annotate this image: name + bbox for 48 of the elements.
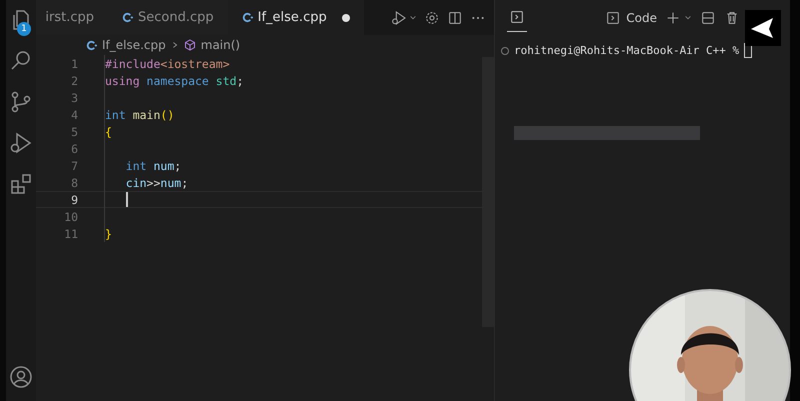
line-number: 2: [70, 74, 78, 88]
cpp-file-icon: [242, 12, 253, 23]
code-line: using namespace std;: [105, 74, 244, 88]
line-number: 1: [70, 56, 78, 70]
line-number: 6: [70, 142, 78, 156]
line-number: 3: [70, 90, 78, 104]
caret-icon[interactable]: [684, 14, 692, 22]
split-panel-icon[interactable]: [700, 10, 716, 26]
code-line: cin>>num;: [124, 176, 188, 190]
code-line: }: [105, 226, 112, 240]
code-line: int num;: [124, 158, 182, 172]
breadcrumb-file[interactable]: If_else.cpp: [102, 38, 166, 52]
line-number: 10: [63, 210, 78, 224]
prompt-circle-icon: [501, 46, 509, 54]
logo-icon: [745, 10, 781, 46]
text-cursor: [126, 192, 128, 207]
breadcrumb-symbol[interactable]: main(): [200, 38, 240, 52]
caret-icon[interactable]: [409, 14, 417, 22]
terminal-icon: [605, 10, 622, 26]
split-editor-icon[interactable]: [447, 10, 463, 26]
terminal-prompt: rohitnegi@Rohits-MacBook-Air C++ %: [514, 44, 740, 57]
line-number: 11: [63, 226, 78, 240]
plus-icon[interactable]: [665, 10, 681, 26]
line-number: 4: [70, 108, 78, 122]
cpp-file-icon: [122, 12, 133, 23]
terminal-profile[interactable]: Code: [605, 10, 657, 26]
editor-tab[interactable]: irst.cpp: [36, 0, 108, 35]
code-line: {: [105, 124, 112, 138]
account-icon[interactable]: [9, 365, 33, 389]
cpp-file-icon: [86, 40, 97, 50]
code-line: #include<iostream>: [105, 56, 230, 70]
run-debug-icon[interactable]: [391, 10, 407, 26]
code-line: int main(): [105, 108, 174, 122]
cube-icon: [184, 39, 196, 51]
chevron-icon: [170, 40, 179, 50]
editor-tab[interactable]: If_else.cpp: [228, 0, 364, 35]
extensions-icon[interactable]: [9, 172, 33, 196]
source-control-icon[interactable]: [9, 90, 33, 114]
line-number: 8: [70, 176, 78, 190]
line-number: 5: [70, 124, 78, 138]
terminal-icon: [509, 9, 525, 25]
unsaved-dot: [342, 14, 350, 22]
notification-badge: 1: [17, 22, 31, 36]
line-number: 9: [70, 192, 78, 206]
run-debug-icon[interactable]: [9, 131, 33, 155]
editor-tab[interactable]: Second.cpp: [108, 0, 228, 35]
line-number: 7: [70, 158, 78, 172]
settings-icon[interactable]: [424, 10, 440, 26]
